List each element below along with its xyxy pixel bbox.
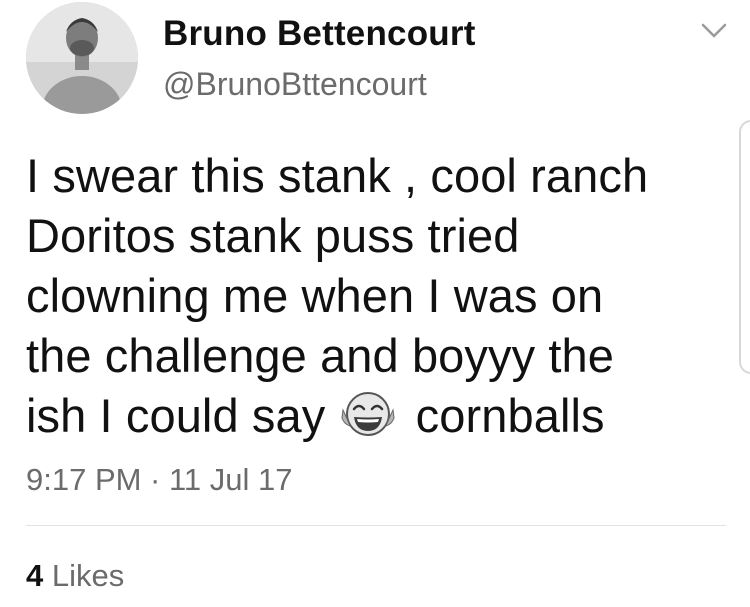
tweet-text-segment: ish I could say [26,389,326,442]
likes-label: Likes [51,558,125,593]
profile-photo-icon [26,2,138,114]
tweet-line: I swear this stank , cool ranch [26,149,649,202]
likes-count: 4 [26,558,44,593]
tweet-timestamp[interactable]: 9:17 PM · 11 Jul 17 [26,462,293,498]
author-handle[interactable]: @BrunoBttencourt [163,66,427,103]
tweet-text-segment: cornballs [415,389,605,442]
tweet-card: Bruno Bettencourt @BrunoBttencourt I swe… [0,0,750,607]
chevron-down-icon[interactable] [700,22,728,40]
author-avatar[interactable] [26,2,138,114]
likes-stat[interactable]: 4 Likes [26,558,124,594]
divider [26,525,726,526]
face-with-tears-of-joy-icon [341,392,395,436]
tweet-line: clowning me when I was on [26,269,604,322]
tweet-line: Doritos stank puss tried [26,209,520,262]
scrollbar[interactable] [739,120,750,374]
author-display-name[interactable]: Bruno Bettencourt [163,14,476,54]
tweet-line-last: ish I could say cornballs [26,386,726,446]
tweet-line: the challenge and boyyy the [26,329,615,382]
tweet-body: I swear this stank , cool ranch Doritos … [26,146,726,446]
